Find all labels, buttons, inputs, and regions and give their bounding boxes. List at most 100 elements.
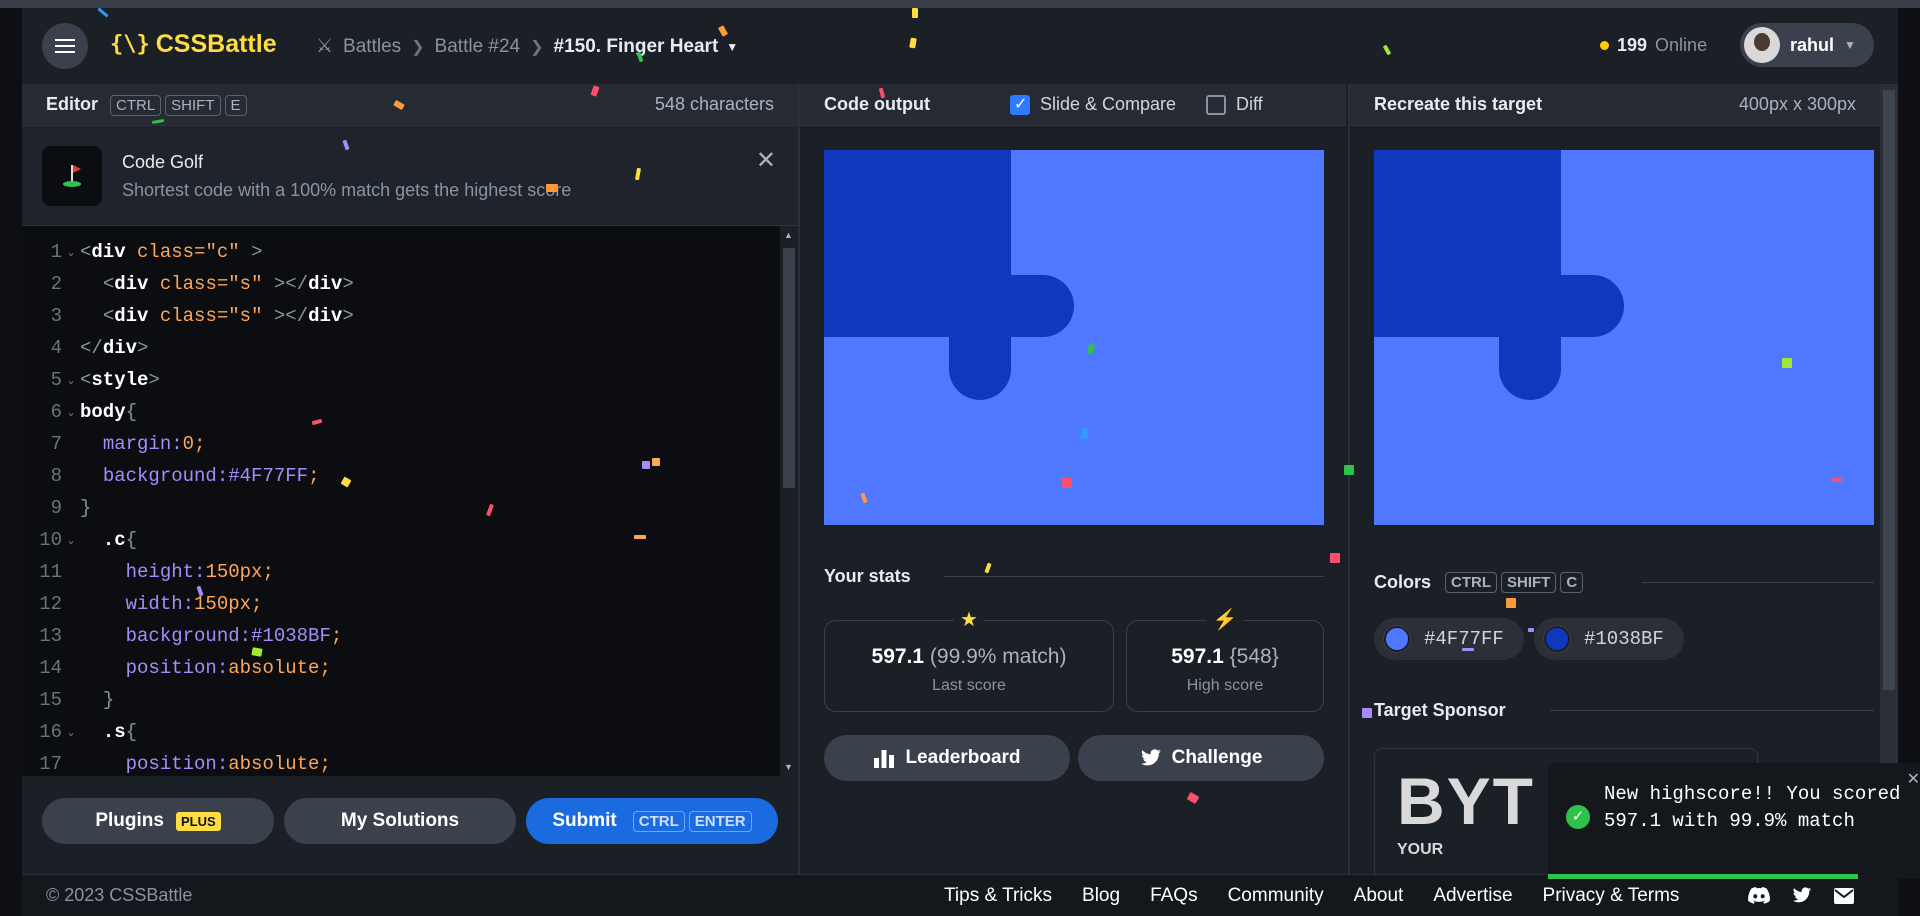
fold-chevron-icon[interactable]: ⌄: [66, 533, 80, 548]
editor-header: Editor CTRL SHIFT E 548 characters: [22, 84, 798, 126]
golf-subtitle: Shortest code with a 100% match gets the…: [122, 180, 572, 200]
code-line[interactable]: 10 ⌄ .c{: [22, 524, 780, 556]
online-dot: [1600, 41, 1609, 50]
footer-link-faqs[interactable]: FAQs: [1150, 885, 1198, 907]
code-line[interactable]: 11 height:150px;: [22, 556, 780, 588]
line-number: 8: [50, 465, 62, 487]
code-line[interactable]: 1 ⌄ <div class="c" >: [22, 236, 780, 268]
code-line[interactable]: 8 background:#4F77FF;: [22, 460, 780, 492]
fold-chevron-icon[interactable]: ⌄: [66, 245, 80, 260]
confetti-piece: [1506, 598, 1516, 608]
submit-button[interactable]: Submit CTRL ENTER: [526, 798, 778, 844]
color-hex: #4F77FF: [1424, 628, 1504, 650]
code-line[interactable]: 16 ⌄ .s{: [22, 716, 780, 748]
breadcrumb-battles[interactable]: Battles: [343, 36, 401, 58]
code-editor[interactable]: 1 ⌄ <div class="c" >2 <div class="s" ></di…: [22, 226, 780, 776]
code-line[interactable]: 17 position:absolute;: [22, 748, 780, 776]
scroll-down-icon[interactable]: ▼: [784, 762, 793, 772]
leaderboard-button[interactable]: Leaderboard: [824, 735, 1070, 781]
confetti-piece: [1062, 478, 1072, 488]
code-text: }: [80, 497, 92, 519]
code-line[interactable]: 3 <div class="s" ></div>: [22, 300, 780, 332]
confetti-piece: [984, 562, 992, 574]
line-number: 9: [50, 497, 62, 519]
footer-link-advertise[interactable]: Advertise: [1433, 885, 1512, 907]
discord-icon[interactable]: [1748, 887, 1770, 904]
hamburger-icon: [55, 39, 75, 53]
line-number: 15: [39, 689, 62, 711]
fold-chevron-icon[interactable]: ⌄: [66, 725, 80, 740]
breadcrumb-current[interactable]: #150. Finger Heart ▼: [554, 36, 739, 58]
kbd-key: SHIFT: [1501, 572, 1557, 593]
color-swatch: [1544, 626, 1570, 652]
line-number: 13: [39, 625, 62, 647]
code-line[interactable]: 14 position:absolute;: [22, 652, 780, 684]
plugins-button[interactable]: Plugins PLUS: [42, 798, 274, 844]
line-number: 7: [50, 433, 62, 455]
last-score-card: ★ 597.1 (99.9% match) Last score: [824, 607, 1114, 712]
fold-chevron-icon[interactable]: ⌄: [66, 373, 80, 388]
scroll-up-icon[interactable]: ▲: [784, 230, 793, 240]
slide-compare-toggle[interactable]: Slide & Compare: [1010, 94, 1176, 115]
lightning-icon: ⚡: [1206, 607, 1244, 632]
code-line[interactable]: 15 }: [22, 684, 780, 716]
section-divider: [1550, 710, 1874, 711]
output-title: Code output: [824, 94, 930, 114]
kbd-key: CTRL: [1445, 572, 1498, 593]
footer-link-blog[interactable]: Blog: [1082, 885, 1120, 907]
user-menu[interactable]: rahul ▼: [1740, 23, 1874, 67]
diff-toggle[interactable]: Diff: [1206, 94, 1263, 115]
code-line[interactable]: 13 background:#1038BF;: [22, 620, 780, 652]
footer-link-community[interactable]: Community: [1228, 885, 1324, 907]
confetti-piece: [1462, 648, 1474, 651]
colors-title: Colors CTRL SHIFT C: [1374, 571, 1584, 593]
fold-chevron-icon[interactable]: ⌄: [66, 405, 80, 420]
code-line[interactable]: 6 ⌄ body{: [22, 396, 780, 428]
chevron-right-icon: ❯: [411, 38, 425, 56]
code-output-canvas[interactable]: [824, 150, 1324, 525]
submit-shortcut: CTRL ENTER: [629, 810, 752, 832]
confetti-piece: [1832, 478, 1842, 482]
code-text: <div class="s" ></div>: [102, 305, 354, 327]
challenge-button[interactable]: Challenge: [1078, 735, 1324, 781]
golf-title: Code Golf: [122, 152, 204, 172]
confetti-piece: [1344, 465, 1354, 475]
twitter-icon[interactable]: [1792, 887, 1812, 904]
highscore-toast: ✓ New highscore!! You scored 597.1 with …: [1548, 763, 1920, 879]
code-line[interactable]: 7 margin:0;: [22, 428, 780, 460]
footer-link-privacy[interactable]: Privacy & Terms: [1543, 885, 1680, 907]
footer-link-about[interactable]: About: [1354, 885, 1404, 907]
scroll-thumb[interactable]: [783, 248, 795, 488]
checkbox-checked[interactable]: [1010, 94, 1030, 115]
confetti-piece: [634, 535, 646, 539]
code-line[interactable]: 5 ⌄ <style>: [22, 364, 780, 396]
color-chip-light[interactable]: #4F77FF: [1374, 618, 1524, 660]
star-icon: ★: [954, 607, 984, 632]
checkbox-unchecked[interactable]: [1206, 94, 1226, 115]
app: {\} CSSBattle ⚔ Battles ❯ Battle #24 ❯ #…: [22, 7, 1920, 916]
sponsor-title-text: Target Sponsor: [1374, 700, 1506, 720]
code-line[interactable]: 12 width:150px;: [22, 588, 780, 620]
breadcrumb-battle[interactable]: Battle #24: [435, 36, 521, 58]
my-solutions-button[interactable]: My Solutions: [284, 798, 516, 844]
footer-link-tips[interactable]: Tips & Tricks: [944, 885, 1052, 907]
mail-icon[interactable]: [1834, 887, 1854, 904]
slide-compare-label: Slide & Compare: [1040, 94, 1177, 114]
code-line[interactable]: 4 </div>: [22, 332, 780, 364]
panel-divider: [798, 84, 800, 874]
color-chip-dark[interactable]: #1038BF: [1534, 618, 1684, 660]
close-icon[interactable]: ✕: [1907, 769, 1920, 789]
code-text: position:absolute;: [125, 657, 331, 679]
code-text: .c{: [102, 529, 138, 551]
code-line[interactable]: 2 <div class="s" ></div>: [22, 268, 780, 300]
page-scrollbar[interactable]: [1880, 84, 1898, 764]
code-line[interactable]: 9}: [22, 492, 780, 524]
code-text: width:150px;: [125, 593, 263, 615]
page-scroll-thumb[interactable]: [1883, 90, 1895, 690]
close-icon[interactable]: ✕: [756, 146, 776, 175]
logo[interactable]: {\} CSSBattle: [110, 30, 277, 59]
menu-button[interactable]: [42, 23, 88, 69]
editor-scrollbar[interactable]: ▲ ▼: [780, 226, 798, 776]
confetti-piece: [912, 8, 918, 18]
online-indicator: 199 Online: [1600, 35, 1707, 56]
